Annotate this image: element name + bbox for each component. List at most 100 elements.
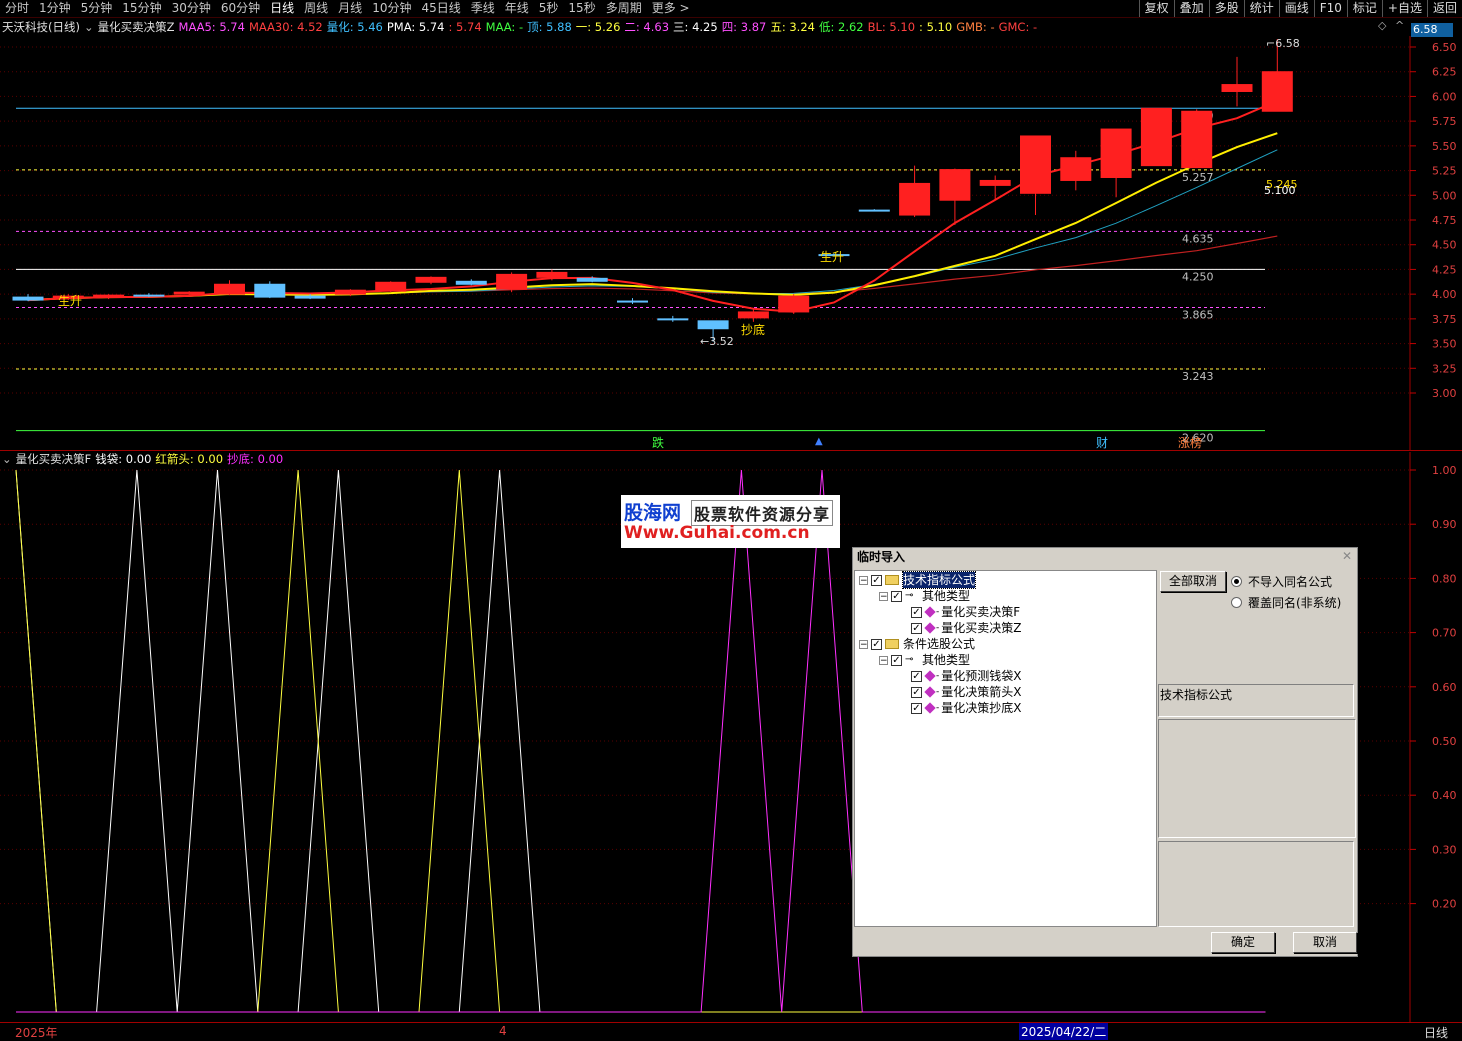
tree-node-label: 其他类型	[922, 653, 971, 667]
event-finance-marker[interactable]: 财	[1096, 434, 1108, 451]
event-fall-marker[interactable]: 跌	[652, 434, 664, 451]
radio-no-import[interactable]: 不导入同名公式	[1231, 573, 1332, 590]
checkbox-checked-icon[interactable]: ✓	[871, 574, 882, 586]
ok-button[interactable]: 确定	[1211, 932, 1275, 953]
toolbar-button[interactable]: 多股	[1208, 0, 1244, 17]
toolbar-button[interactable]: 统计	[1243, 0, 1279, 17]
moving-averages	[27, 100, 1278, 313]
indicator-value: 三: 4.25	[673, 20, 718, 34]
period-tab[interactable]: 季线	[466, 0, 500, 17]
key-icon: ⊸	[905, 654, 914, 665]
tree-node[interactable]: ✓ - 量化决策箭头X	[899, 684, 1021, 700]
period-tab[interactable]: 45日线	[416, 0, 465, 17]
level-label: 4.250	[1182, 270, 1214, 283]
scroll-up-icon[interactable]: ^	[1395, 19, 1404, 32]
tree-node[interactable]: ✓ - 量化买卖决策F	[899, 604, 1020, 620]
period-tab[interactable]: 5秒	[534, 0, 564, 17]
period-tab[interactable]: 60分钟	[216, 0, 265, 17]
period-tab[interactable]: 日线	[265, 0, 299, 17]
radio-overwrite[interactable]: 覆盖同名(非系统)	[1231, 594, 1341, 611]
expand-collapse-icon[interactable]: −	[879, 591, 888, 601]
checkbox-checked-icon[interactable]: ✓	[911, 670, 922, 682]
period-tab[interactable]: 1分钟	[34, 0, 76, 17]
formula-tree[interactable]: − ✓ 技术指标公式 − ✓ ⊸ 其他类型 ✓ - 量化买卖决策F ✓ - 量化买卖决策Z − ✓ 条件选股公…	[854, 570, 1157, 927]
year-label: 2025年	[15, 1026, 58, 1040]
formula-dropdown-icon[interactable]: ⌄	[84, 19, 94, 35]
tree-node[interactable]: ✓ - 量化决策抄底X	[899, 700, 1021, 716]
window-diamond-icon[interactable]: ◇	[1378, 19, 1386, 32]
tree-node[interactable]: − ✓ ⊸ 其他类型	[879, 588, 970, 604]
dialog-title-bar[interactable]: 临时导入 ✕	[853, 548, 1357, 566]
period-tab[interactable]: 15秒	[563, 0, 600, 17]
formula-param-panel[interactable]	[1158, 841, 1354, 927]
period-indicator[interactable]: 日线	[1424, 1024, 1448, 1041]
tree-node[interactable]: ✓ - 量化买卖决策Z	[899, 620, 1021, 636]
checkbox-checked-icon[interactable]: ✓	[891, 654, 902, 666]
main-formula-name[interactable]: 量化买卖决策Z	[98, 19, 175, 35]
toolbar-button[interactable]: +自选	[1381, 0, 1427, 17]
tree-node-label: 条件选股公式	[903, 637, 976, 651]
price-chart[interactable]: 5.8805.2574.6354.2503.8653.2432.620 6.50…	[0, 36, 1462, 451]
checkbox-checked-icon[interactable]: ✓	[891, 590, 902, 602]
candle-body	[496, 273, 528, 290]
expand-collapse-icon[interactable]: −	[859, 639, 868, 649]
event-limit-marker[interactable]: 涨榜	[1178, 434, 1202, 451]
formula-description-panel[interactable]	[1158, 719, 1356, 838]
watermark-site-name: 股海网	[624, 502, 682, 524]
deselect-all-button[interactable]: 全部取消	[1160, 571, 1226, 592]
tree-node-label: 量化买卖决策F	[941, 605, 1021, 619]
tree-node[interactable]: ✓ - 量化预测钱袋X	[899, 668, 1021, 684]
expand-collapse-icon[interactable]: −	[859, 575, 868, 585]
toolbar-button[interactable]: 标记	[1346, 0, 1382, 17]
toolbar-button[interactable]: F10	[1313, 0, 1347, 17]
period-tab[interactable]: 月线	[333, 0, 367, 17]
period-tab[interactable]: 5分钟	[76, 0, 118, 17]
period-tab[interactable]: 更多 >	[647, 0, 695, 17]
close-icon[interactable]: ✕	[1341, 550, 1353, 562]
checkbox-checked-icon[interactable]: ✓	[911, 606, 922, 618]
period-tab[interactable]: 30分钟	[167, 0, 216, 17]
toolbar-button[interactable]: 叠加	[1173, 0, 1209, 17]
indicator-value: MAA5: 5.74	[178, 20, 245, 34]
toolbar-button[interactable]: 画线	[1278, 0, 1314, 17]
right-toolbar-buttons: 复权 叠加 多股 统计 画线 F10 标记 +自选 返回	[1138, 0, 1462, 17]
candle-body	[214, 283, 245, 295]
candle-body	[657, 318, 689, 321]
indicator-tick-label: 0.60	[1432, 681, 1457, 694]
price-axis: 6.50 6.25 6.00 5.75 5.50 5.25 5.00 4.75 4.50 4.25…	[1410, 41, 1457, 400]
period-tab[interactable]: 15分钟	[117, 0, 166, 17]
checkbox-checked-icon[interactable]: ✓	[871, 638, 882, 650]
formula-gem-icon	[924, 670, 936, 682]
toolbar-button[interactable]: 复权	[1138, 0, 1174, 17]
period-tab[interactable]: 年线	[500, 0, 534, 17]
ma-line-label: 5.100	[1264, 184, 1296, 197]
price-tick-label: 5.00	[1432, 189, 1457, 202]
period-tab[interactable]: 10分钟	[367, 0, 416, 17]
radio-selected-icon[interactable]	[1231, 576, 1242, 587]
key-icon: ⊸	[905, 590, 914, 601]
high-marker-label: ⌐6.58	[1266, 37, 1300, 50]
radio-unselected-icon[interactable]	[1231, 597, 1242, 608]
price-tick-label: 6.50	[1432, 41, 1457, 54]
expand-collapse-icon[interactable]: −	[879, 655, 888, 665]
toolbar-button[interactable]: 返回	[1426, 0, 1462, 17]
candle-body	[1020, 135, 1051, 194]
tree-node[interactable]: − ✓ 技术指标公式	[859, 571, 977, 589]
period-tab[interactable]: 多周期	[601, 0, 647, 17]
period-tab[interactable]: 周线	[299, 0, 333, 17]
tree-node[interactable]: − ✓ ⊸ 其他类型	[879, 652, 970, 668]
checkbox-checked-icon[interactable]: ✓	[911, 686, 922, 698]
formula-gem-icon	[924, 686, 936, 698]
candle-body	[1100, 128, 1132, 178]
candle-body	[1060, 157, 1092, 181]
checkbox-checked-icon[interactable]: ✓	[911, 622, 922, 634]
checkbox-checked-icon[interactable]: ✓	[911, 702, 922, 714]
level-label: 3.865	[1182, 308, 1214, 321]
watermark-banner: 股海网 股票软件资源分享 Www.Guhai.com.cn	[621, 495, 840, 548]
tree-node[interactable]: − ✓ 条件选股公式	[859, 636, 975, 652]
formula-gem-icon	[924, 606, 936, 618]
event-triangle-icon[interactable]: ▲	[815, 436, 823, 447]
cancel-button[interactable]: 取消	[1293, 932, 1357, 953]
period-tab[interactable]: 分时	[0, 0, 34, 17]
indicator-value: 二: 4.63	[624, 20, 670, 34]
